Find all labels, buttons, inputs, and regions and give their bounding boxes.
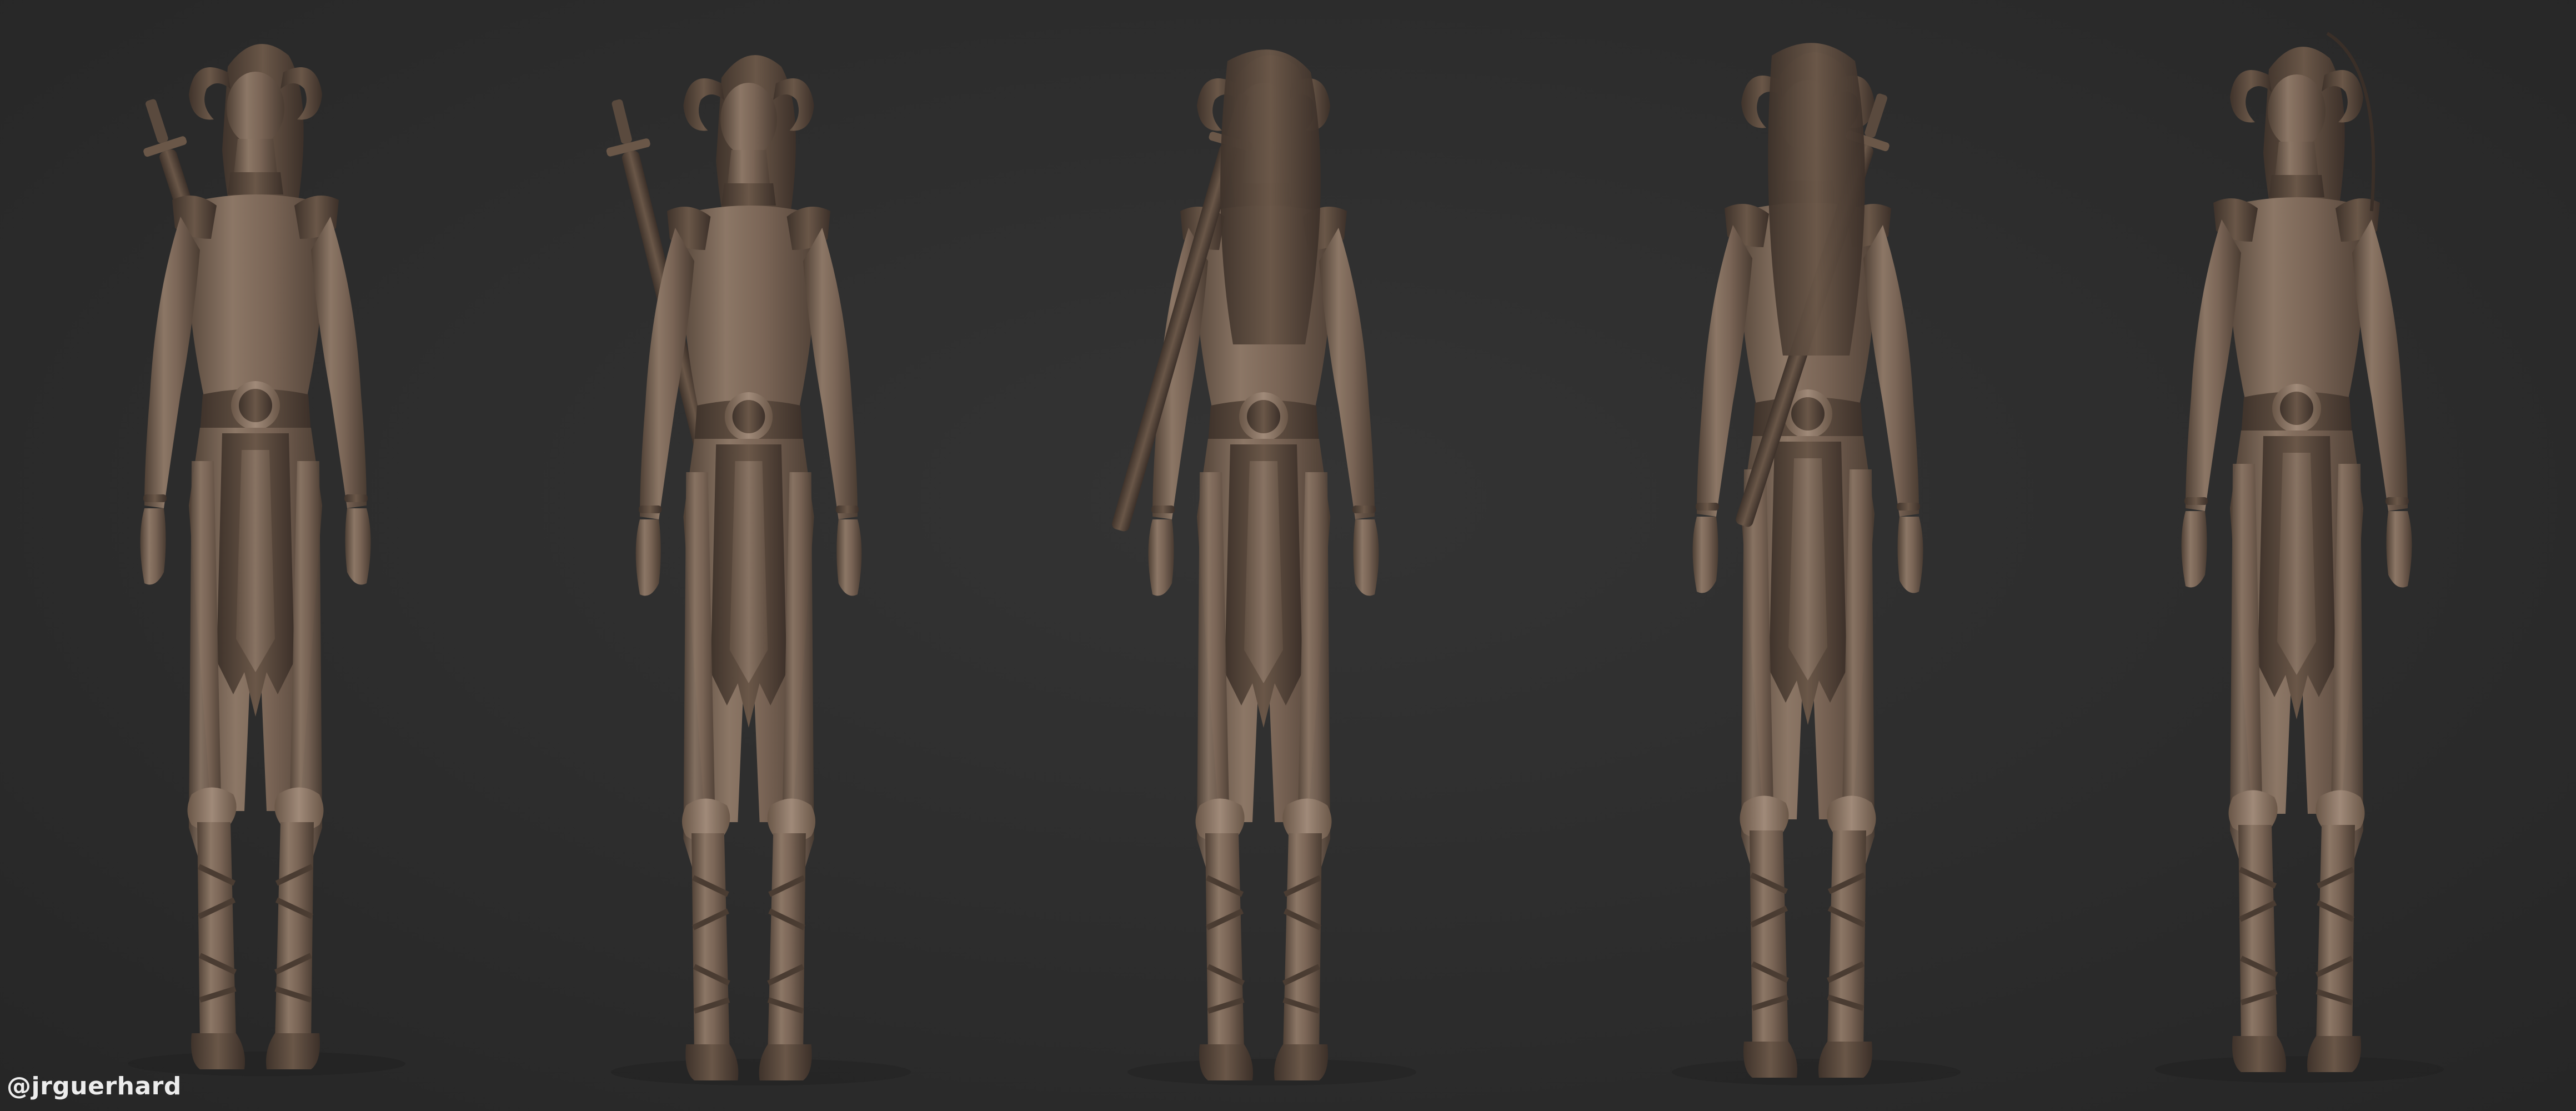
figure-view-three-quarter-right [595, 55, 861, 1080]
artist-credit-watermark: @jrguerhard [7, 1072, 182, 1100]
figure-view-three-quarter-left [2182, 32, 2412, 1072]
figure-view-back [1097, 49, 1379, 1080]
render-canvas: @jrguerhard [0, 0, 2576, 1111]
character-turnaround [128, 32, 2444, 1085]
figure-view-front [128, 44, 371, 1069]
figure-view-back-three-quarter [1693, 43, 1923, 1078]
